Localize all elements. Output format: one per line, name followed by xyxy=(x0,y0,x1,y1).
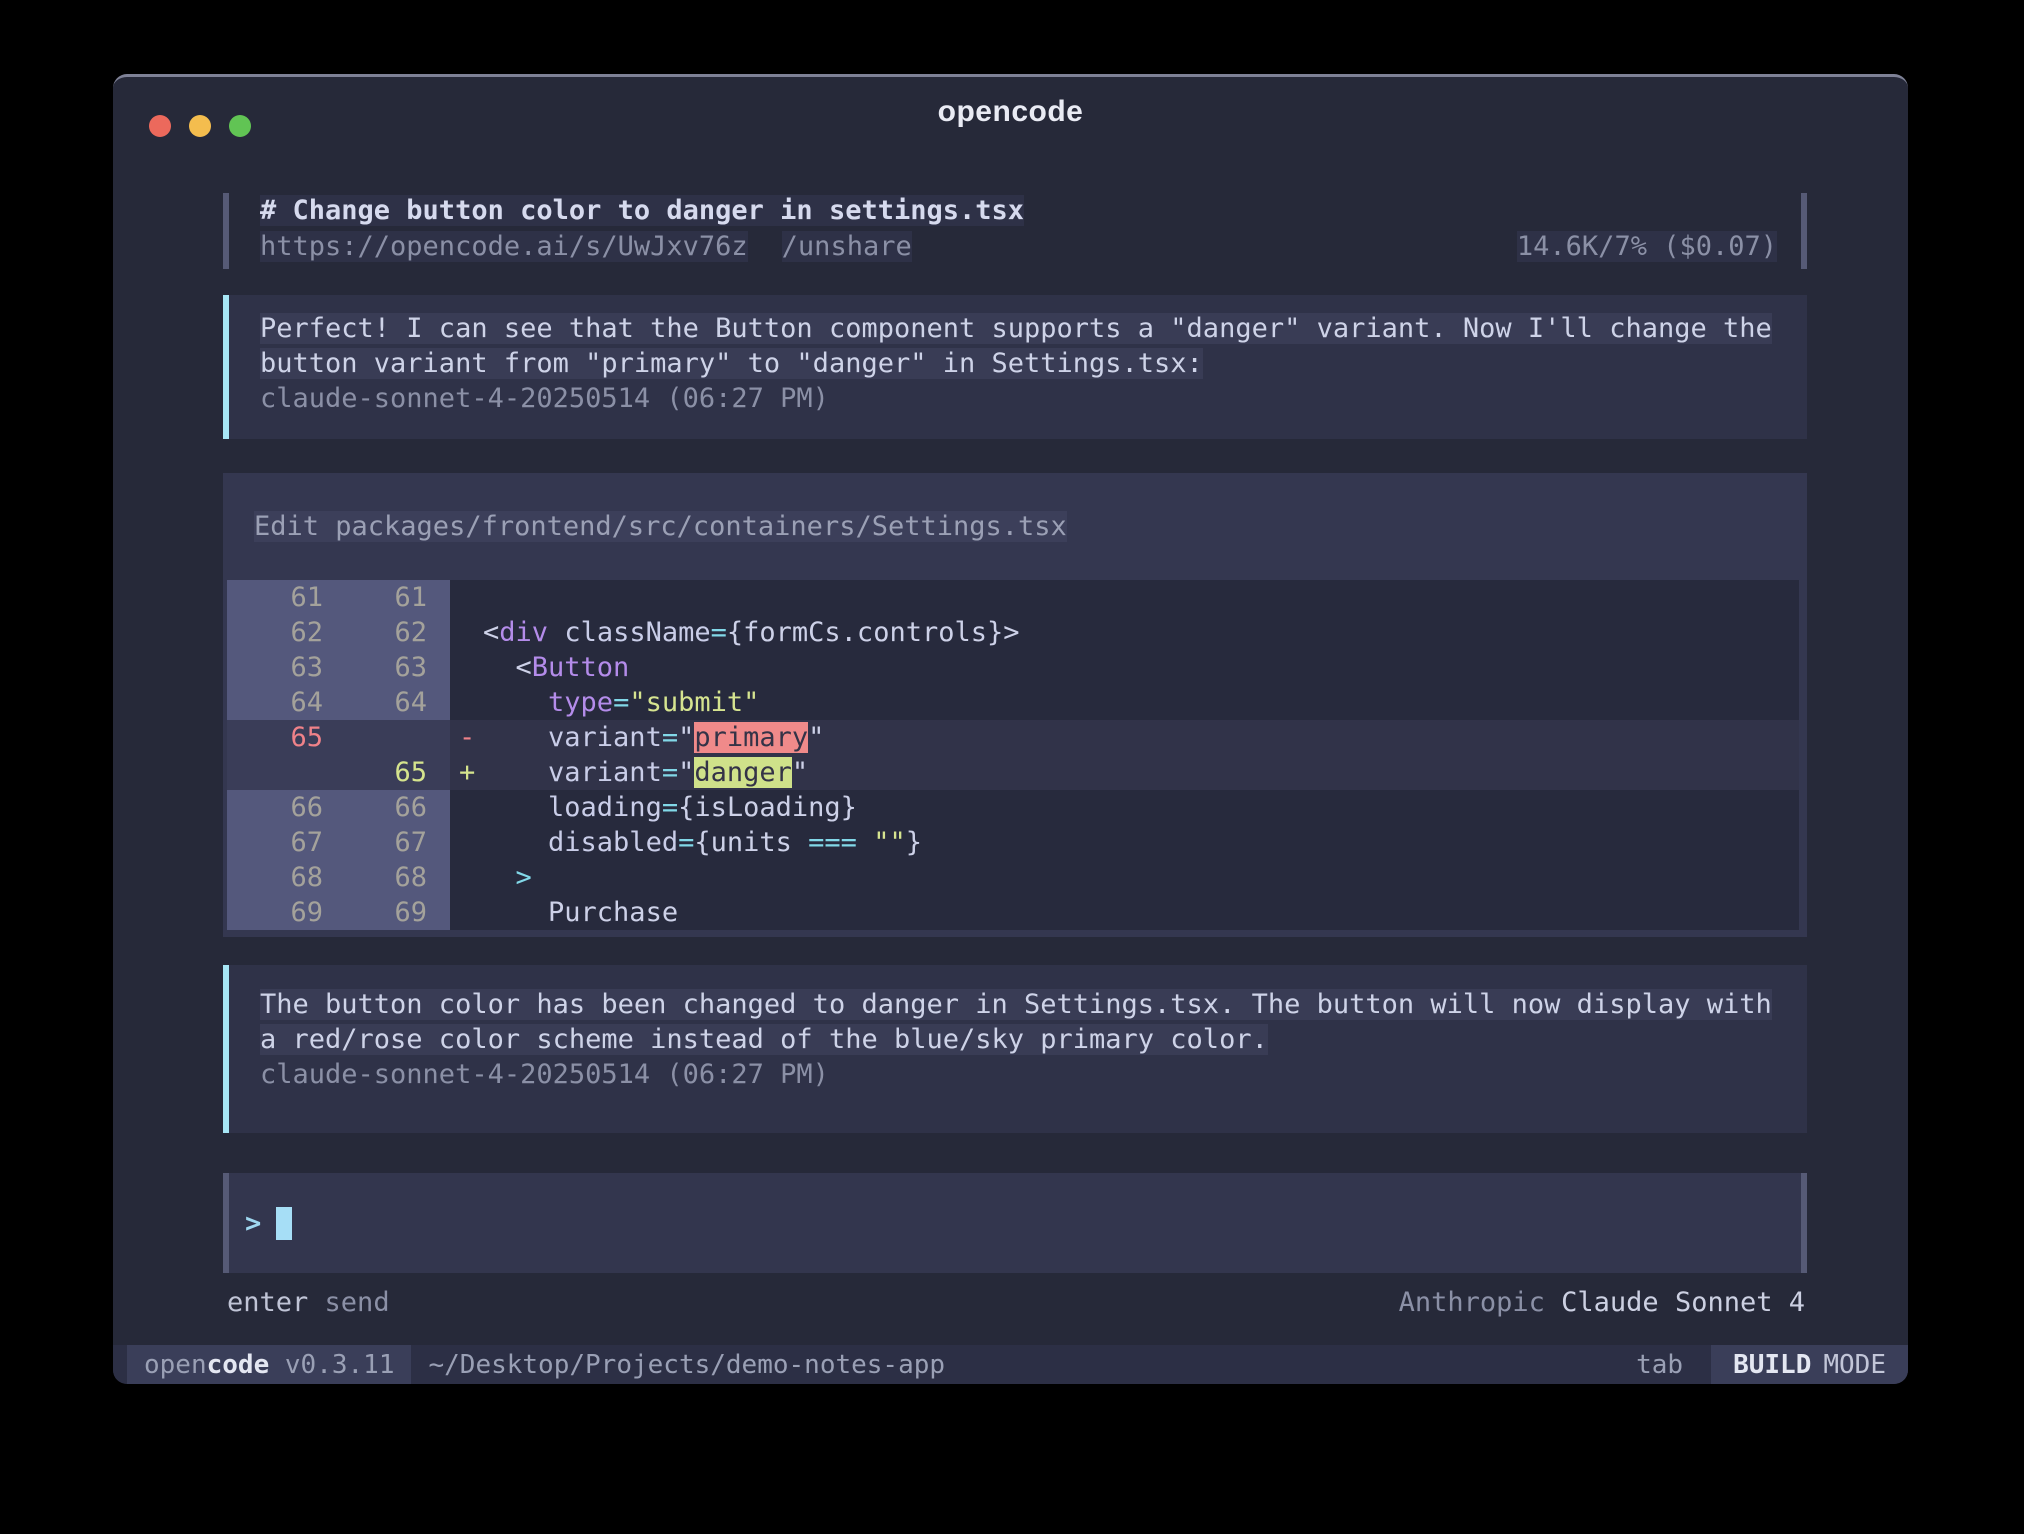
diff-row: 6363 <Button xyxy=(227,650,1799,685)
diff-marker xyxy=(450,650,483,685)
window-title: opencode xyxy=(113,95,1908,129)
diff-gutter: 6767 xyxy=(227,825,450,860)
code-line: > xyxy=(483,860,532,895)
diff-gutter: 6969 xyxy=(227,895,450,930)
input-left-bar xyxy=(223,1173,229,1273)
header-right-bar xyxy=(1801,193,1807,269)
code-line: variant="danger" xyxy=(483,755,808,790)
status-bar: opencode v0.3.11 ~/Desktop/Projects/demo… xyxy=(113,1345,1908,1384)
share-url[interactable]: https://opencode.ai/s/UwJxv76z xyxy=(260,231,748,262)
diff-row: 6969 Purchase xyxy=(227,895,1799,930)
diff-gutter: 6363 xyxy=(227,650,450,685)
model-indicator: Anthropic Claude Sonnet 4 xyxy=(1399,1287,1805,1318)
header-left-bar xyxy=(223,193,229,269)
project-path: ~/Desktop/Projects/demo-notes-app xyxy=(428,1350,945,1380)
diff-marker xyxy=(450,790,483,825)
edit-tool-card: Edit packages/frontend/src/containers/Se… xyxy=(223,473,1807,937)
diff-marker xyxy=(450,825,483,860)
diff-row: 6161 xyxy=(227,580,1799,615)
session-header: # Change button color to danger in setti… xyxy=(223,193,1807,269)
model-timestamp: claude-sonnet-4-20250514 (06:27 PM) xyxy=(260,1057,1807,1092)
diff-gutter: 65 xyxy=(227,720,450,755)
unshare-command[interactable]: /unshare xyxy=(782,231,912,262)
diff-gutter: 6161 xyxy=(227,580,450,615)
message-text-line: button variant from "primary" to "danger… xyxy=(260,346,1807,381)
model-timestamp: claude-sonnet-4-20250514 (06:27 PM) xyxy=(260,381,1807,416)
tab-key-hint[interactable]: tab xyxy=(1636,1350,1683,1380)
message-text-line: The button color has been changed to dan… xyxy=(260,987,1807,1022)
assistant-message: The button color has been changed to dan… xyxy=(223,965,1807,1133)
prompt-caret: > xyxy=(245,1208,261,1239)
share-info: https://opencode.ai/s/UwJxv76z/unshare xyxy=(260,229,912,265)
diff-row: 6666 loading={isLoading} xyxy=(227,790,1799,825)
diff-marker xyxy=(450,580,483,615)
diff-row: 65- variant="primary" xyxy=(227,720,1799,755)
diff-gutter: 6262 xyxy=(227,615,450,650)
diff-gutter: 65 xyxy=(227,755,450,790)
code-line: type="submit" xyxy=(483,685,759,720)
code-line: disabled={units === ""} xyxy=(483,825,922,860)
code-line: loading={isLoading} xyxy=(483,790,857,825)
diff-gutter: 6666 xyxy=(227,790,450,825)
diff-row: 6868 > xyxy=(227,860,1799,895)
mode-chip[interactable]: BUILDMODE xyxy=(1711,1345,1908,1384)
diff-row: 65+ variant="danger" xyxy=(227,755,1799,790)
diff-row: 6262 <div className={formCs.controls}> xyxy=(227,615,1799,650)
hint-row: enter send Anthropic Claude Sonnet 4 xyxy=(223,1287,1807,1318)
diff-marker xyxy=(450,615,483,650)
message-text-line: a red/rose color scheme instead of the b… xyxy=(260,1022,1807,1057)
diff-row: 6464 type="submit" xyxy=(227,685,1799,720)
code-line: <div className={formCs.controls}> xyxy=(483,615,1020,650)
text-cursor xyxy=(276,1207,292,1240)
diff-marker xyxy=(450,895,483,930)
diff-row: 6767 disabled={units === ""} xyxy=(227,825,1799,860)
send-hint: enter send xyxy=(227,1287,390,1318)
prompt-input[interactable]: > xyxy=(223,1173,1807,1273)
opencode-window: opencode # Change button color to danger… xyxy=(113,74,1908,1384)
code-line: <Button xyxy=(483,650,629,685)
diff-marker: - xyxy=(450,720,483,755)
diff-marker: + xyxy=(450,755,483,790)
session-title: # Change button color to danger in setti… xyxy=(260,193,1807,229)
diff-marker xyxy=(450,685,483,720)
input-right-bar xyxy=(1801,1173,1807,1273)
code-line: variant="primary" xyxy=(483,720,824,755)
diff-gutter: 6464 xyxy=(227,685,450,720)
diff-marker xyxy=(450,860,483,895)
app-version-chip: opencode v0.3.11 xyxy=(127,1345,411,1384)
message-text-line: Perfect! I can see that the Button compo… xyxy=(260,311,1807,346)
diff-view: 61616262 <div className={formCs.controls}… xyxy=(227,580,1799,930)
token-usage: 14.6K/7% ($0.07) xyxy=(1517,229,1777,265)
titlebar: opencode xyxy=(113,77,1908,141)
diff-gutter: 6868 xyxy=(227,860,450,895)
assistant-message: Perfect! I can see that the Button compo… xyxy=(223,295,1807,439)
edit-tool-title: Edit packages/frontend/src/containers/Se… xyxy=(227,473,1799,580)
code-line: Purchase xyxy=(483,895,678,930)
